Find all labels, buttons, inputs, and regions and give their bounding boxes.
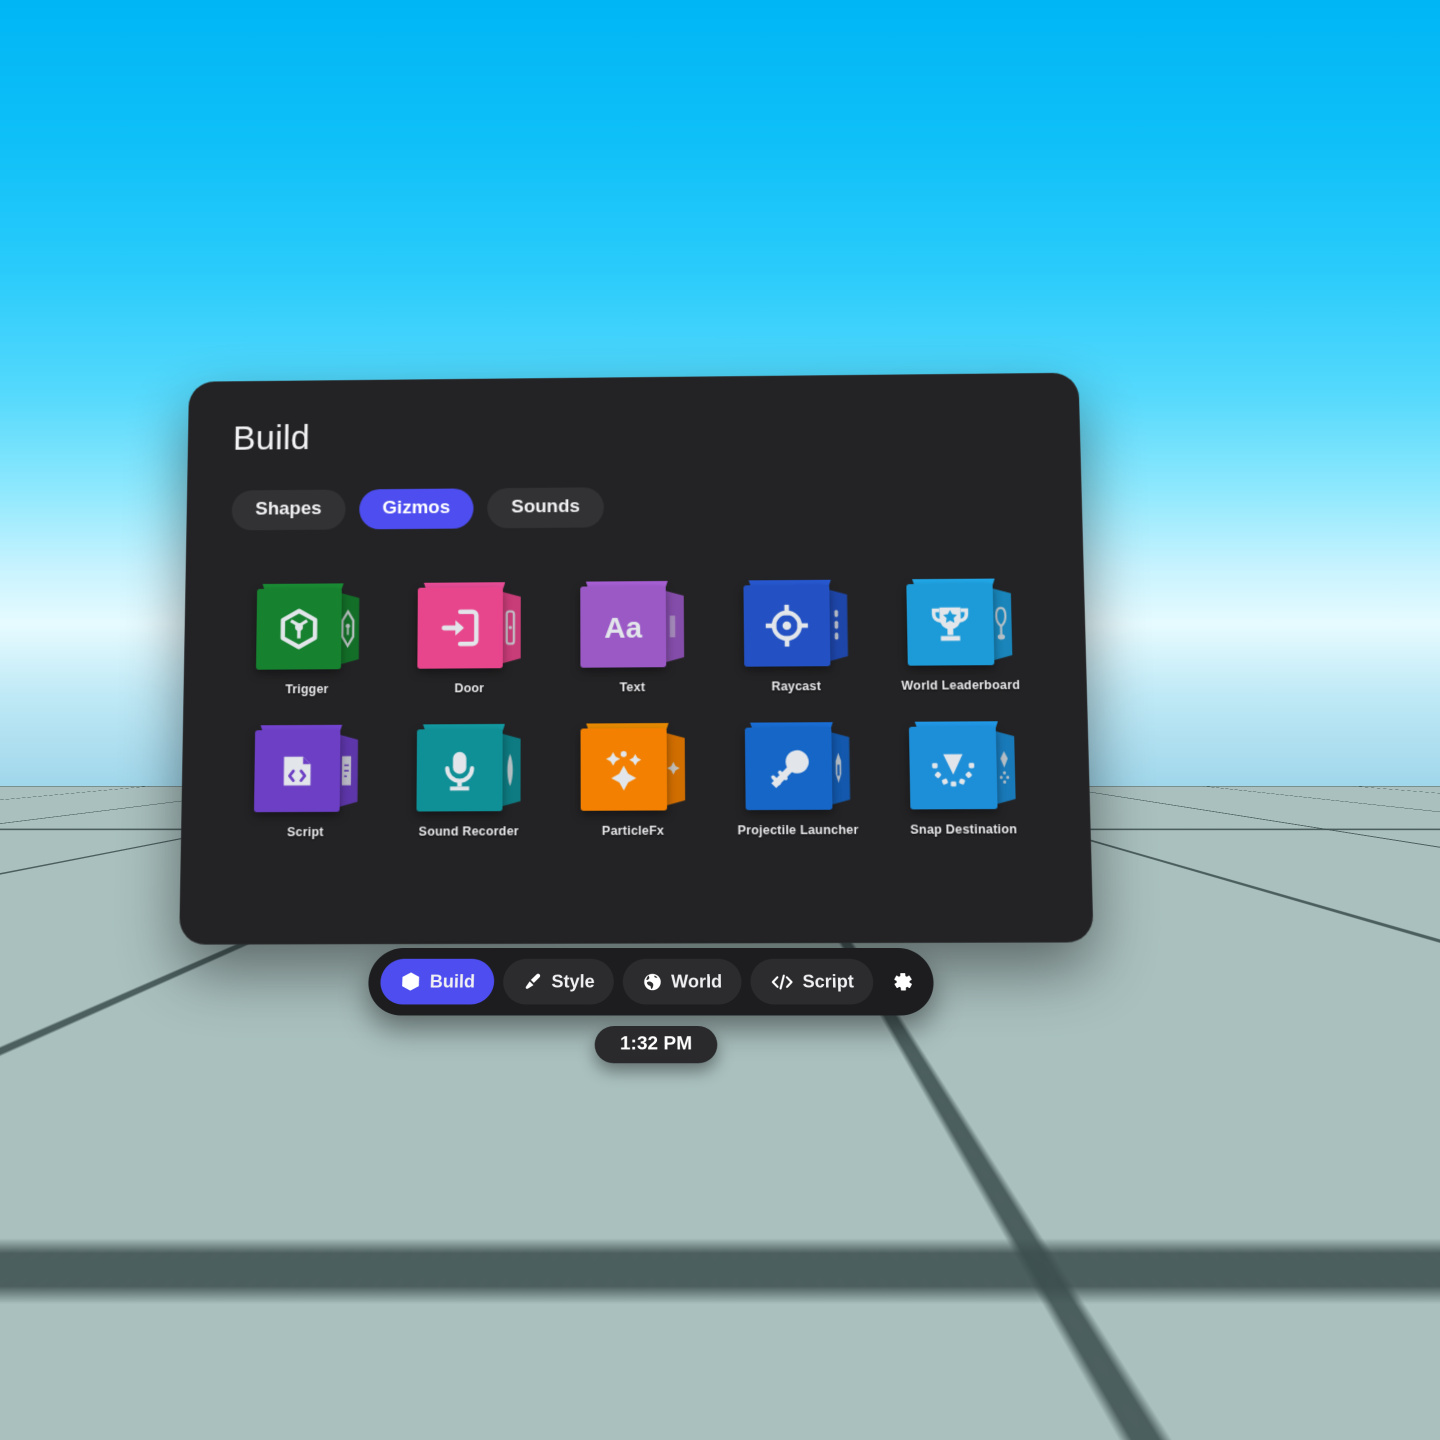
- wrench-launcher-icon: [744, 727, 833, 811]
- raycast-target-icon: [743, 584, 831, 667]
- gizmo-label: Projectile Launcher: [737, 822, 859, 838]
- tab-label: Sounds: [511, 496, 581, 518]
- toolbar-button-world[interactable]: World: [622, 958, 742, 1005]
- gizmo-item-projectile-launcher[interactable]: Projectile Launcher: [718, 727, 878, 838]
- gizmo-item-door[interactable]: Door: [391, 587, 548, 696]
- gizmo-cube: [909, 726, 1016, 811]
- door-enter-icon: [417, 587, 504, 669]
- svg-text:Aa: Aa: [604, 611, 643, 644]
- gizmo-item-script[interactable]: Script: [227, 730, 385, 840]
- gizmo-cube: [417, 587, 521, 671]
- gizmo-label: Trigger: [285, 682, 329, 697]
- toolbar-button-label: Script: [802, 971, 855, 992]
- gizmo-item-text[interactable]: Aa Text: [554, 586, 712, 695]
- gizmo-item-trigger[interactable]: Trigger: [229, 588, 386, 697]
- snap-arrow-down-icon: [909, 726, 998, 810]
- clock-stage: 1:32 PM: [594, 1026, 718, 1070]
- gizmo-cube: [744, 727, 850, 812]
- tab-label: Gizmos: [382, 497, 451, 519]
- code-brackets-icon: [769, 971, 795, 992]
- page-title: Build: [232, 419, 311, 458]
- mode-toolbar: Build Style World Script: [366, 948, 936, 1016]
- gizmo-item-particlefx[interactable]: ParticleFx: [554, 728, 713, 838]
- gizmo-label: Script: [286, 824, 324, 840]
- globe-icon: [642, 971, 663, 992]
- toolbar-button-style[interactable]: Style: [502, 958, 614, 1005]
- gear-icon: [889, 969, 915, 994]
- vr-scene: Build Shapes Gizmos Sounds Trigger Door Aa Te…: [0, 0, 1440, 1440]
- gizmo-cube: [416, 728, 521, 814]
- gizmo-item-snap-destination[interactable]: Snap Destination: [882, 726, 1044, 837]
- microphone-icon: [416, 728, 504, 812]
- gizmo-label: ParticleFx: [601, 823, 665, 838]
- tab-sounds[interactable]: Sounds: [487, 487, 604, 529]
- toolbar-button-label: Style: [551, 971, 595, 992]
- gizmo-cube: [580, 728, 686, 813]
- gizmo-label: Sound Recorder: [418, 824, 519, 839]
- gizmo-cube: [255, 588, 360, 672]
- gizmo-label: Raycast: [771, 679, 822, 694]
- category-tabs: Shapes Gizmos Sounds: [231, 484, 1036, 531]
- gizmo-label: Text: [619, 680, 646, 695]
- clock-badge: 1:32 PM: [594, 1026, 718, 1064]
- toolbar-stage: Build Style World Script: [366, 948, 940, 1030]
- trophy-star-icon: [906, 583, 995, 666]
- gizmo-cube: [743, 585, 848, 669]
- gizmo-cube: [253, 729, 358, 815]
- tab-label: Shapes: [255, 498, 322, 520]
- script-code-icon: [253, 729, 341, 813]
- gizmo-label: Snap Destination: [910, 822, 1018, 837]
- tab-shapes[interactable]: Shapes: [231, 489, 346, 531]
- settings-button[interactable]: [881, 959, 922, 1005]
- gizmo-cube: [906, 583, 1013, 667]
- gizmo-cube: Aa: [580, 586, 684, 670]
- gizmo-label: Door: [454, 681, 485, 696]
- cube-3d-icon: [399, 971, 422, 993]
- gizmo-item-raycast[interactable]: Raycast: [716, 584, 875, 693]
- sparkle-icon: [580, 728, 668, 811]
- toolbar-button-label: Build: [429, 971, 476, 992]
- build-panel: Build Shapes Gizmos Sounds Trigger Door Aa Te…: [179, 372, 1094, 945]
- gizmo-label: World Leaderboard: [901, 677, 1021, 693]
- paintbrush-icon: [522, 971, 544, 992]
- gizmo-item-world-leaderboard[interactable]: World Leaderboard: [880, 583, 1041, 693]
- gizmo-item-sound-recorder[interactable]: Sound Recorder: [390, 729, 548, 839]
- toolbar-button-script[interactable]: Script: [749, 958, 874, 1005]
- trigger-hexagon-icon: [255, 588, 342, 670]
- gizmo-grid: Trigger Door Aa Text Raycast World Leaderboar…: [227, 583, 1044, 839]
- toolbar-button-build[interactable]: Build: [379, 958, 495, 1005]
- toolbar-button-label: World: [671, 971, 723, 992]
- tab-gizmos[interactable]: Gizmos: [358, 488, 474, 530]
- build-panel-stage: Build Shapes Gizmos Sounds Trigger Door Aa Te…: [179, 372, 1094, 952]
- text-aa-icon: Aa: [580, 585, 667, 668]
